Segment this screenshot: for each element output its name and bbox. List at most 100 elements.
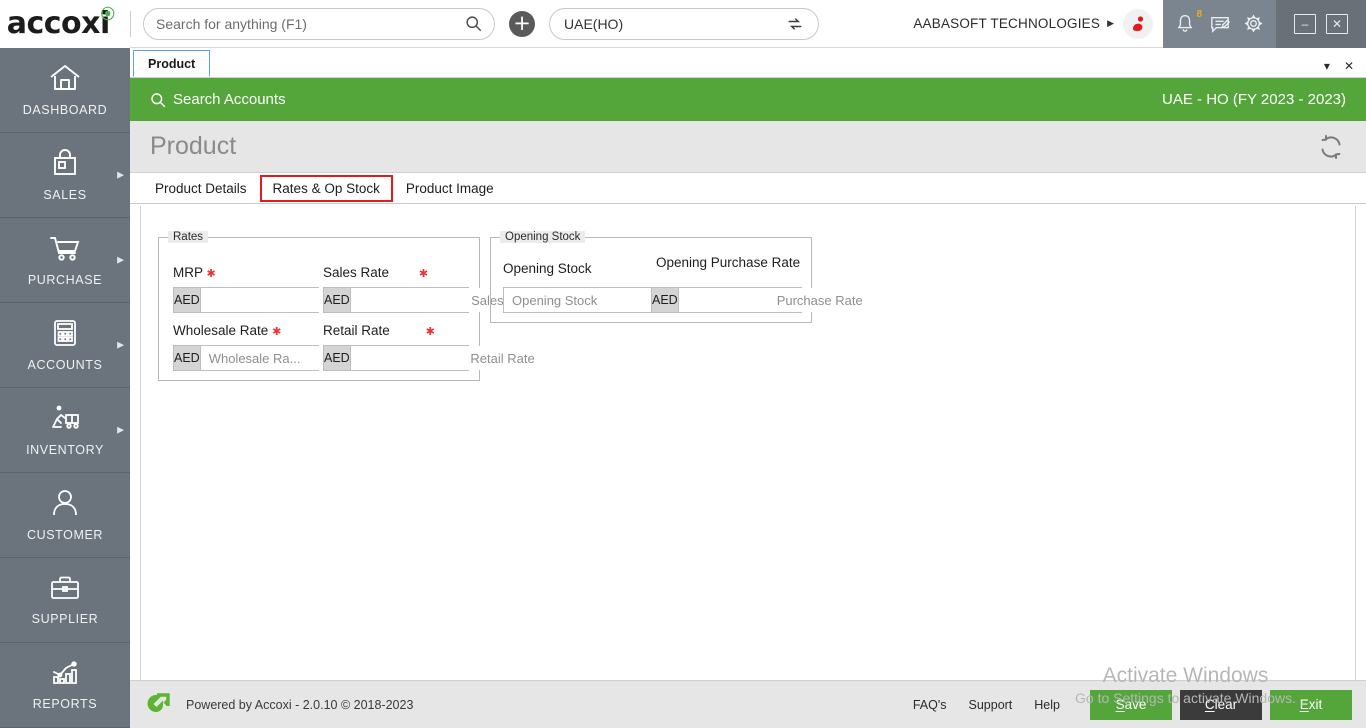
company-name: AABASOFT TECHNOLOGIES (913, 16, 1101, 31)
opening-stock-label: Opening Stock (503, 261, 592, 276)
exit-label-rest: xit (1308, 697, 1323, 712)
chevron-right-icon[interactable]: ▶ (117, 170, 124, 181)
required-asterisk: ✱ (418, 268, 429, 280)
sidebar-label: CUSTOMER (26, 528, 104, 542)
footer-actions: FAQ's Support Help Save Clear Exit (913, 689, 1352, 720)
context-bar: Search Accounts UAE - HO (FY 2023 - 2023… (130, 78, 1366, 121)
form-tabs: Product Details Rates & Op Stock Product… (130, 173, 1366, 204)
sidebar-item-reports[interactable]: REPORTS (0, 643, 130, 728)
sidebar-item-supplier[interactable]: SUPPLIER (0, 558, 130, 643)
notifications-button[interactable]: 8 (1175, 9, 1202, 36)
sidebar-item-inventory[interactable]: INVENTORY ▶ (0, 388, 130, 473)
shopping-cart-icon (48, 233, 82, 268)
page-header: Product (130, 121, 1366, 173)
exit-accesskey: E (1299, 697, 1309, 712)
save-button[interactable]: Save (1090, 689, 1172, 720)
close-tab-icon[interactable]: ✕ (1344, 59, 1354, 73)
wholesale-rate-label-text: Wholesale Rate (173, 323, 269, 338)
rates-legend: Rates (168, 231, 209, 243)
sales-rate-label-text: Sales Rate (323, 265, 390, 280)
clear-button[interactable]: Clear (1180, 689, 1262, 720)
sales-rate-label: Sales Rate ✱ (323, 265, 428, 280)
help-link[interactable]: Help (1034, 698, 1060, 712)
company-zone[interactable]: AABASOFT TECHNOLOGIES ▶ (913, 0, 1163, 48)
messages-icon[interactable] (1209, 14, 1231, 34)
exit-button[interactable]: Exit (1270, 689, 1352, 720)
save-accesskey: S (1115, 697, 1125, 712)
top-bar: accoxi ⦿ + UAE(HO) AABASOFT TECHNOLOGIES… (0, 0, 1366, 48)
refresh-icon[interactable] (1316, 132, 1346, 162)
close-window-button[interactable]: ✕ (1326, 13, 1348, 34)
tab-rates-op-stock[interactable]: Rates & Op Stock (259, 174, 393, 202)
sidebar-label: DASHBOARD (22, 103, 108, 117)
sidebar-item-customer[interactable]: CUSTOMER (0, 473, 130, 558)
sidebar-label: INVENTORY (26, 443, 104, 457)
search-icon[interactable] (465, 15, 482, 32)
app-logo-text: accoxi (6, 6, 111, 41)
add-new-button[interactable]: + (509, 10, 535, 37)
briefcase-icon (49, 574, 81, 607)
sidebar-label: SALES (43, 188, 87, 202)
sales-rate-currency: AED (324, 288, 351, 312)
person-icon (51, 488, 79, 523)
global-search[interactable] (143, 7, 495, 40)
search-input[interactable] (156, 15, 465, 32)
sidebar: DASHBOARD SALES ▶ PURCHASE ▶ ACCOUNTS ▶ … (0, 48, 130, 728)
chevron-right-icon[interactable]: ▶ (117, 340, 124, 351)
sidebar-item-sales[interactable]: SALES ▶ (0, 133, 130, 218)
opening-purchase-rate-label: Opening Purchase Rate (656, 255, 801, 270)
chevron-right-icon[interactable]: ▶ (117, 255, 124, 266)
home-icon (48, 63, 82, 98)
wholesale-rate-field[interactable]: AED (173, 345, 393, 371)
retail-rate-field[interactable]: AED (323, 345, 543, 371)
sidebar-item-purchase[interactable]: PURCHASE ▶ (0, 218, 130, 303)
retail-rate-input[interactable] (350, 346, 543, 370)
page-title: Product (150, 132, 237, 160)
opening-purchase-rate-input[interactable] (678, 288, 871, 312)
accoxi-logo-icon (144, 690, 174, 720)
opening-stock-field[interactable] (503, 287, 655, 313)
tab-product-details[interactable]: Product Details (142, 175, 260, 202)
search-accounts-label: Search Accounts (173, 91, 286, 108)
tab-strip-controls: ▾ ✕ (1324, 59, 1366, 77)
rates-fieldset: Rates MRP ✱ AED Sales Rate ✱ AED Wholesa… (158, 231, 543, 381)
document-tab-product[interactable]: Product (133, 50, 211, 77)
avatar[interactable] (1123, 8, 1153, 39)
wholesale-rate-currency: AED (174, 346, 201, 370)
bar-chart-icon (50, 659, 80, 692)
branch-selector[interactable]: UAE(HO) (549, 7, 819, 40)
tab-label: Product Details (155, 180, 247, 196)
app-logo: accoxi ⦿ (0, 0, 130, 48)
sidebar-item-dashboard[interactable]: DASHBOARD (0, 48, 130, 133)
system-icons-group: 8 (1163, 0, 1276, 48)
tab-list-dropdown-icon[interactable]: ▾ (1324, 59, 1330, 73)
mrp-label: MRP ✱ (173, 265, 216, 280)
clear-accesskey: C (1204, 697, 1215, 712)
chevron-right-icon[interactable]: ▶ (1107, 18, 1114, 29)
gear-icon[interactable] (1243, 13, 1264, 34)
tab-label: Rates & Op Stock (272, 180, 380, 196)
main-content: Product ▾ ✕ Search Accounts UAE - HO (FY… (130, 48, 1366, 728)
document-tab-label: Product (148, 56, 196, 71)
faq-link[interactable]: FAQ's (913, 698, 947, 712)
chevron-right-icon[interactable]: ▶ (117, 425, 124, 436)
mrp-field[interactable]: AED (173, 287, 393, 313)
shopping-bag-icon (50, 148, 80, 183)
document-tab-strip: Product ▾ ✕ (130, 48, 1366, 78)
clear-label-rest: lear (1214, 697, 1238, 712)
form-panel: Rates MRP ✱ AED Sales Rate ✱ AED Wholesa… (140, 206, 1356, 686)
sales-rate-field[interactable]: AED (323, 287, 543, 313)
opening-stock-input[interactable] (504, 288, 654, 312)
calculator-icon (51, 318, 79, 353)
powered-by-text: Powered by Accoxi - 2.0.10 © 2018-2023 (186, 697, 414, 712)
mrp-label-text: MRP (173, 265, 203, 280)
opening-purchase-rate-field[interactable]: AED (651, 287, 871, 313)
tab-product-image[interactable]: Product Image (393, 175, 507, 202)
minimize-button[interactable]: – (1294, 13, 1316, 34)
switch-branch-icon[interactable] (786, 15, 804, 33)
support-link[interactable]: Support (969, 698, 1013, 712)
sidebar-item-accounts[interactable]: ACCOUNTS ▶ (0, 303, 130, 388)
retail-rate-label: Retail Rate ✱ (323, 323, 435, 338)
search-accounts-button[interactable]: Search Accounts (150, 91, 286, 108)
logo-divider (130, 10, 131, 37)
